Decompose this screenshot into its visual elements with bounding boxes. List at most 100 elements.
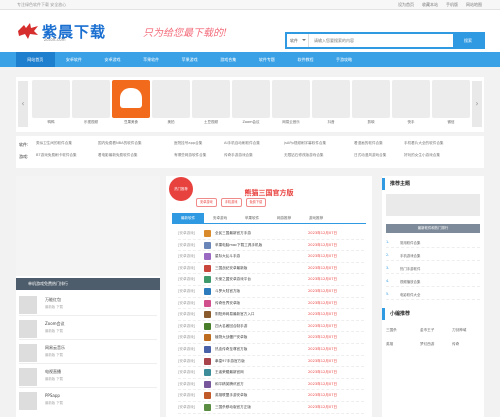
list-item[interactable]: [安卓游戏] 三国战纪安卓最新版 2023年12月07日 (178, 263, 364, 275)
item-title[interactable]: 王者荣耀最新官网 (215, 370, 244, 375)
nav-item-game-collections[interactable]: 游戏合集 (209, 52, 248, 67)
left-banner[interactable] (16, 176, 160, 276)
item-title[interactable]: 四大名著回合制手游 (215, 324, 247, 329)
app-tile[interactable]: 网易云音乐 (272, 80, 310, 128)
item-title[interactable]: 植物大战僵尸安卓版 (215, 335, 247, 340)
list-item[interactable]: [安卓游戏] 苹果电脑mac下载工具手机版 2023年12月07日 (178, 240, 364, 252)
sitemap-link[interactable]: 网站地图 (466, 2, 482, 8)
tag-link[interactable]: 国内免费看NBA的软件合集 (98, 141, 142, 146)
search-button[interactable]: 搜索 (453, 34, 483, 47)
list-item[interactable]: PPSapp 最新版 下载 (19, 390, 157, 412)
list-item[interactable]: Zoom会议 最新版 下载 (19, 318, 157, 340)
app-tile[interactable]: 豆果美食 (112, 80, 150, 128)
app-tile[interactable]: 微信 (432, 80, 470, 128)
tab-android-games[interactable]: 安卓游戏 (204, 213, 236, 223)
mobile-link[interactable]: 手机版 (446, 2, 458, 8)
tag-link[interactable]: 好玩的女生小游戏合集 (404, 153, 440, 158)
nav-item-tutorials[interactable]: 软件教程 (286, 52, 325, 67)
tag-link[interactable]: AI手机自动刷软件合集 (224, 141, 260, 146)
item-title[interactable]: 苹果电脑mac下载工具手机版 (215, 243, 262, 248)
list-item[interactable]: 网易云音乐 最新版 下载 (19, 342, 157, 364)
item-title[interactable]: 星际大乱斗手游 (215, 254, 240, 259)
list-item[interactable]: [安卓游戏] 热血传奇至尊官方版 2023年12月07日 (178, 344, 364, 356)
pick-link[interactable]: 传奇 (452, 342, 459, 347)
tag-link[interactable]: BT游戏免费刷卡软件合集 (36, 153, 77, 158)
item-title[interactable]: 拳皇97手游官方版 (215, 359, 245, 364)
pick-link[interactable]: 梦幻西游 (420, 342, 434, 347)
search-input[interactable] (311, 34, 451, 47)
app-tile[interactable]: 乐视视频 (72, 80, 110, 128)
pick-link[interactable]: 刀剑神域 (452, 328, 466, 333)
tab-online-games[interactable]: 网游推荐 (268, 213, 300, 223)
tag-link[interactable]: 日式动漫风游戏合集 (354, 153, 386, 158)
item-title[interactable]: 热血传奇至尊官方版 (215, 347, 247, 352)
list-item[interactable]: [安卓游戏] 王者荣耀最新官网 2023年12月07日 (178, 367, 364, 379)
tab-ios-apps[interactable]: 苹果软件 (236, 213, 268, 223)
item-title[interactable]: 斗罗大陆官方版 (215, 289, 240, 294)
app-tile[interactable]: 土豆视频 (192, 80, 230, 128)
item-title[interactable]: 英雄联盟手游安卓版 (215, 393, 247, 398)
nav-item-guides[interactable]: 手游攻略 (325, 52, 364, 67)
featured-title[interactable]: 熊猫三国官方版 (166, 188, 372, 198)
tag-link[interactable]: jsAPp视频刷字幕软件合集 (284, 141, 326, 146)
tag-link[interactable]: 看漫画的软件合集 (354, 141, 383, 146)
chip[interactable]: 安卓游戏 (196, 198, 217, 207)
item-title[interactable]: 和平精英腾讯官方 (215, 382, 244, 387)
nav-item-ios-apps[interactable]: 苹果软件 (132, 52, 171, 67)
pick-link[interactable]: 金币王子 (420, 328, 434, 333)
search-scope-select[interactable]: 软件 (287, 34, 309, 47)
item-title[interactable]: 阴阳师网易最新官方入口 (215, 312, 255, 317)
list-item[interactable]: [安卓游戏] 传奇世界安卓版 2023年12月07日 (178, 298, 364, 310)
topic-item[interactable]: 2. 手机游戏合集 (386, 249, 480, 261)
list-item[interactable]: [安卓游戏] 全民三国最新官方手游 2023年12月07日 (178, 228, 364, 240)
list-item[interactable]: [安卓游戏] 和平精英腾讯官方 2023年12月07日 (178, 379, 364, 391)
item-title[interactable]: 传奇世界安卓版 (215, 301, 240, 306)
list-item[interactable]: [安卓游戏] 四大名著回合制手游 2023年12月07日 (178, 321, 364, 333)
carousel-next-arrow[interactable]: › (472, 81, 482, 127)
topic-item[interactable]: 3. 热门手游软件 (386, 262, 480, 274)
tag-link[interactable]: 传奇手游游戏合集 (224, 153, 253, 158)
tag-link[interactable]: 类似卫生间的软件合集 (36, 141, 72, 146)
list-item[interactable]: [安卓游戏] 天使之翼安卓游戏平台 2023年12月07日 (178, 274, 364, 286)
item-title[interactable]: 三国战纪安卓最新版 (215, 266, 247, 271)
app-tile[interactable]: 抖音 (312, 80, 350, 128)
list-item[interactable]: [安卓游戏] 星际大乱斗手游 2023年12月07日 (178, 251, 364, 263)
topic-banner[interactable] (386, 194, 480, 216)
app-tile[interactable]: 快手 (392, 80, 430, 128)
nav-item-android-apps[interactable]: 安卓软件 (55, 52, 94, 67)
list-item[interactable]: [安卓游戏] 三国杀移动版官方正版 2023年12月07日 (178, 402, 364, 414)
list-item[interactable]: [安卓游戏] 阴阳师网易最新官方入口 2023年12月07日 (178, 309, 364, 321)
nav-item-home[interactable]: 网站首页 (16, 52, 55, 67)
app-tile[interactable]: Zoom会议 (232, 80, 270, 128)
pick-link[interactable]: 英雄 (386, 342, 393, 347)
set-homepage-link[interactable]: 设为首页 (398, 2, 414, 8)
list-item[interactable]: 万能红包 最新版 下载 (19, 294, 157, 316)
chip[interactable]: 免费下载 (245, 198, 267, 207)
tag-link[interactable]: 无限钻石修改版游戏合集 (284, 153, 324, 158)
tag-link[interactable]: 看电影最新免费软件合集 (98, 153, 138, 158)
nav-item-ios-games[interactable]: 苹果游戏 (170, 52, 209, 67)
list-item[interactable]: [安卓游戏] 拳皇97手游官方版 2023年12月07日 (178, 356, 364, 368)
topic-item[interactable]: 4. 视频播放合集 (386, 275, 480, 287)
list-item[interactable]: [安卓游戏] 植物大战僵尸安卓版 2023年12月07日 (178, 332, 364, 344)
tag-link[interactable]: 医院挂号app合集 (174, 141, 202, 146)
tag-link[interactable]: 有哪些网游软件合集 (174, 153, 206, 158)
app-tile[interactable]: 鸭鸭 (32, 80, 70, 128)
list-item[interactable]: [安卓游戏] 英雄联盟手游安卓版 2023年12月07日 (178, 390, 364, 402)
pick-link[interactable]: 三国杀 (386, 328, 397, 333)
carousel-prev-arrow[interactable]: ‹ (18, 81, 28, 127)
topic-item[interactable]: 1. 常用软件合集 (386, 236, 480, 248)
app-tile[interactable]: 剪映 (352, 80, 390, 128)
item-title[interactable]: 三国杀移动版官方正版 (215, 405, 251, 410)
topic-item[interactable]: 5. 电影软件大全 (386, 288, 480, 300)
list-item[interactable]: [安卓游戏] 斗罗大陆官方版 2023年12月07日 (178, 286, 364, 298)
tab-latest[interactable]: 最新软件 (172, 213, 204, 223)
tab-game-picks[interactable]: 游戏推荐 (300, 213, 332, 223)
list-item[interactable]: 电视直播 最新版 下载 (19, 366, 157, 388)
tag-link[interactable]: 手机看片大全的软件合集 (404, 141, 444, 146)
nav-item-android-games[interactable]: 安卓游戏 (93, 52, 132, 67)
bookmark-link[interactable]: 收藏本站 (422, 2, 438, 8)
app-tile[interactable]: 美拍 (152, 80, 190, 128)
item-title[interactable]: 全民三国最新官方手游 (215, 231, 251, 236)
item-title[interactable]: 天使之翼安卓游戏平台 (215, 277, 251, 282)
